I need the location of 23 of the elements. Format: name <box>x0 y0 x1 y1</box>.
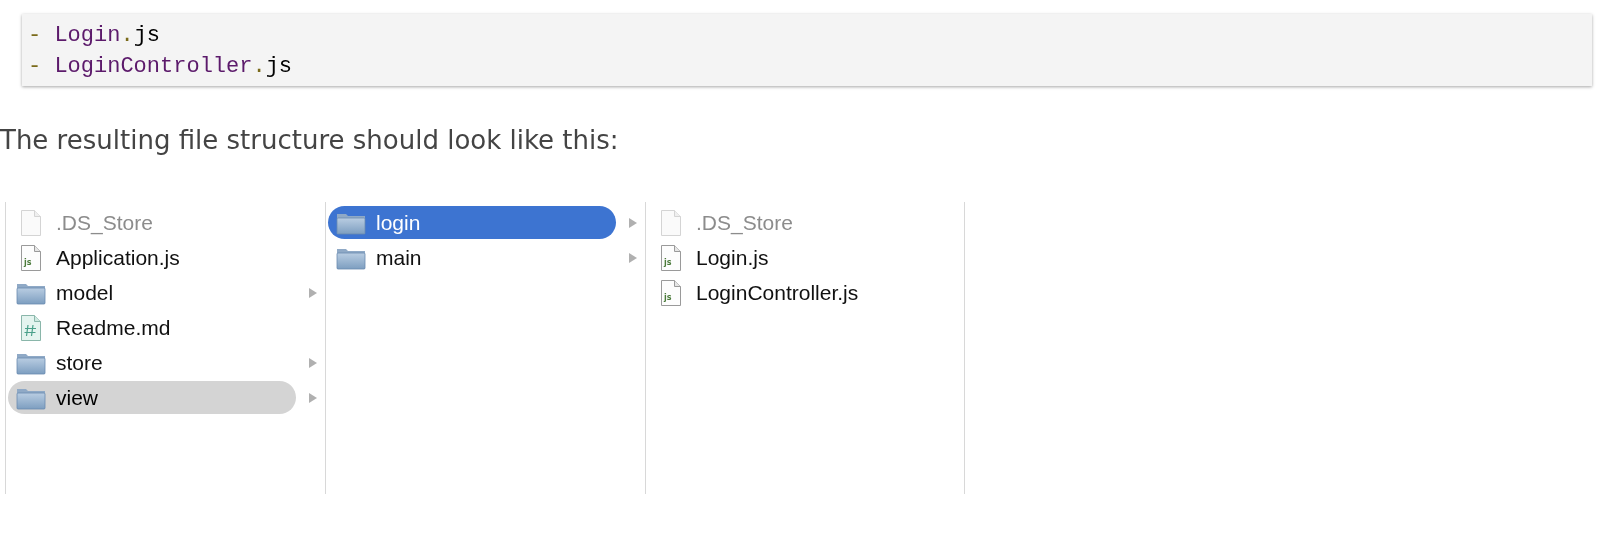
blank-file-icon <box>20 208 42 237</box>
file-item[interactable]: js LoginController.js <box>648 276 936 309</box>
folder-item[interactable]: store <box>8 346 296 379</box>
code-line: - LoginController.js <box>28 53 293 81</box>
folder-item[interactable]: login <box>328 206 616 239</box>
code-line: - Login.js <box>28 22 161 50</box>
script-file-icon: js <box>20 243 42 272</box>
disclosure-arrow-icon[interactable] <box>628 251 638 264</box>
script-file-icon: js <box>660 243 682 272</box>
folder-item[interactable]: view <box>8 381 296 414</box>
paragraph: The resulting file structure should look like this: <box>0 124 619 157</box>
disclosure-arrow-icon[interactable] <box>308 356 318 369</box>
file-item[interactable]: js Login.js <box>648 241 936 274</box>
file-item[interactable]: Readme.md <box>8 311 296 344</box>
folder-item[interactable]: main <box>328 241 616 274</box>
blank-file-icon <box>660 208 682 237</box>
folder-item[interactable]: model <box>8 276 296 309</box>
disclosure-arrow-icon[interactable] <box>308 286 318 299</box>
file-item[interactable]: js Application.js <box>8 241 296 274</box>
disclosure-arrow-icon[interactable] <box>308 391 318 404</box>
disclosure-arrow-icon[interactable] <box>628 216 638 229</box>
script-file-icon: js <box>660 278 682 307</box>
hash-file-icon <box>20 313 42 342</box>
